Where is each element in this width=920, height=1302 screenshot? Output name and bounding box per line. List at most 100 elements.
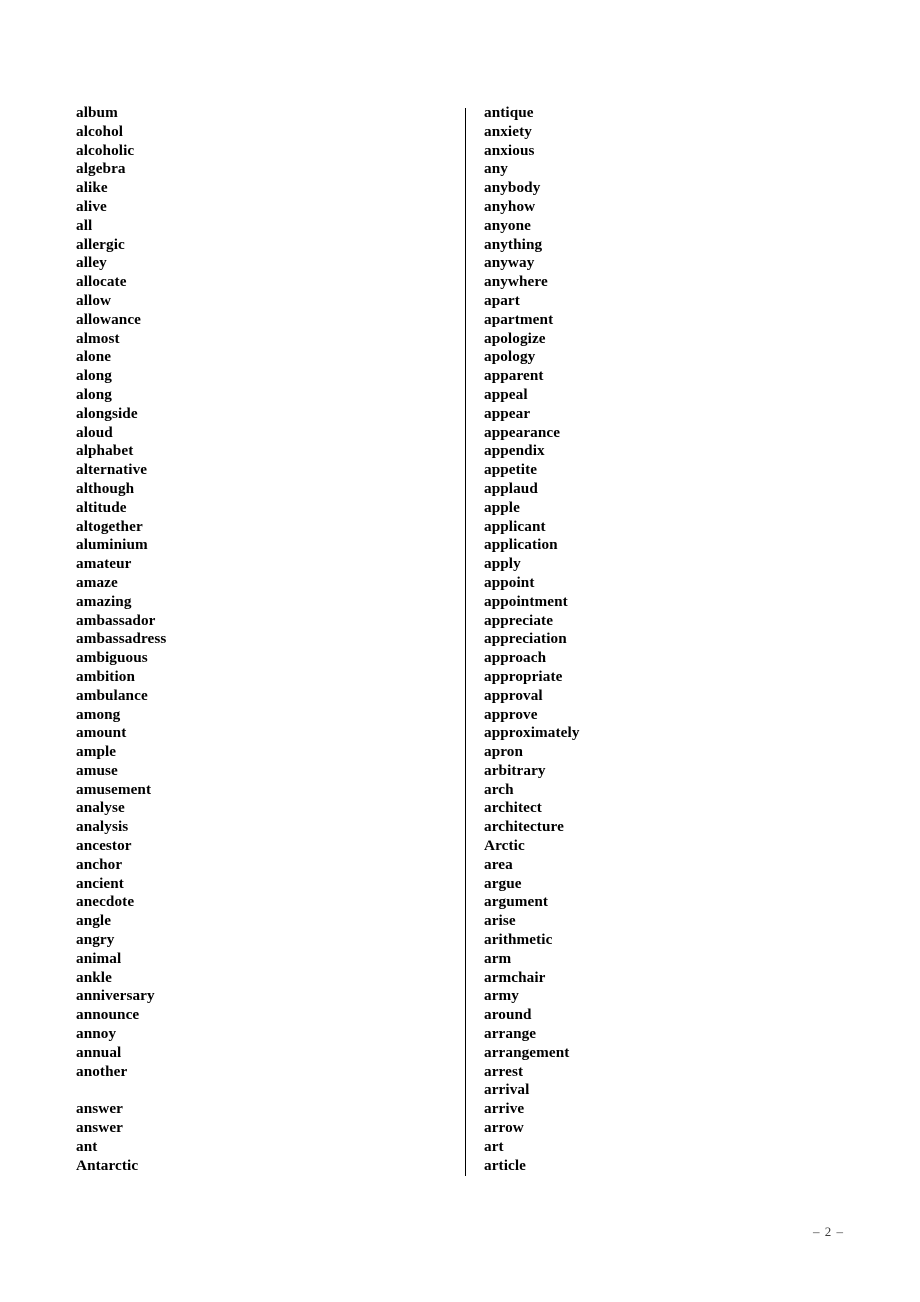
document-page: album alcohol alcoholic algebra alike alive al… — [0, 0, 920, 1302]
word-entry: album — [76, 104, 118, 121]
word-entry: allergic — [76, 235, 125, 253]
word-entry: apartment — [484, 310, 554, 328]
word-entry: alcohol — [76, 122, 124, 140]
word-entry: amateur — [76, 555, 132, 573]
word-entry: analyse — [76, 799, 125, 817]
word-entry: alive — [76, 197, 107, 215]
word-entry: ant — [76, 1137, 98, 1155]
word-entry: ambulance — [76, 686, 148, 704]
word-entry: analysis — [76, 818, 129, 836]
word-entry: alcoholic — [76, 141, 135, 159]
word-entry: almost — [76, 329, 120, 347]
word-entry: arrest — [484, 1062, 524, 1080]
word-entry: amusement — [76, 780, 152, 798]
word-entry: anything — [484, 235, 543, 253]
word-entry: angle — [76, 912, 112, 930]
word-entry: appendix — [484, 442, 545, 460]
word-entry: arithmetic — [484, 931, 553, 949]
word-entry: appreciate — [484, 611, 554, 629]
word-entry: ambassadress — [76, 630, 167, 648]
word-entry: alley — [76, 254, 107, 272]
word-entry: anyhow — [484, 197, 536, 215]
word-entry: appetite — [484, 461, 538, 479]
word-entry: ancestor — [76, 837, 132, 855]
word-entry: apology — [484, 348, 536, 366]
word-entry: along — [76, 385, 112, 403]
word-entry: all — [76, 216, 93, 234]
word-entry: arrival — [484, 1081, 530, 1099]
word-entry: apologize — [484, 329, 546, 347]
word-entry: anxiety — [484, 122, 532, 140]
word-entry: argue — [484, 874, 522, 892]
word-entry: ambiguous — [76, 649, 148, 667]
word-entry: architect — [484, 799, 542, 817]
word-entry: anchor — [76, 855, 123, 873]
word-entry: allowance — [76, 310, 142, 328]
word-entry: applicant — [484, 517, 546, 535]
word-entry: apply — [484, 555, 521, 573]
word-entry: amount — [76, 724, 127, 742]
word-entry: Arctic — [484, 837, 525, 855]
word-column-left: album alcohol alcoholic algebra alike alive al… — [76, 104, 436, 1175]
word-entry: amaze — [76, 573, 118, 591]
word-entry: answer — [76, 1119, 124, 1137]
word-entry: although — [76, 479, 135, 497]
word-entry: ambassador — [76, 611, 156, 629]
word-entry: appreciation — [484, 630, 567, 648]
word-entry: arm — [484, 949, 512, 967]
column-divider-rule — [465, 108, 466, 1176]
word-entry: arrangement — [484, 1043, 570, 1061]
word-entry: anniversary — [76, 987, 155, 1005]
word-entry: applaud — [484, 479, 538, 497]
word-entry: article — [484, 1156, 527, 1174]
word-entry: arbitrary — [484, 761, 546, 779]
word-entry: allow — [76, 291, 112, 309]
word-entry: apple — [484, 498, 520, 516]
word-entry: animal — [76, 949, 122, 967]
word-entry: any — [484, 160, 508, 178]
word-entry: aloud — [76, 423, 113, 441]
word-entry: appearance — [484, 423, 561, 441]
word-entry: among — [76, 705, 121, 723]
word-entry: allocate — [76, 273, 127, 291]
word-entry: Antarctic — [76, 1156, 139, 1174]
word-entry: appeal — [484, 385, 528, 403]
word-entry: area — [484, 855, 513, 873]
word-entry: ample — [76, 743, 117, 761]
word-entry: anybody — [484, 179, 541, 197]
word-entry: appoint — [484, 573, 535, 591]
word-entry: appointment — [484, 592, 568, 610]
word-entry: arrow — [484, 1119, 524, 1137]
word-entry: armchair — [484, 968, 546, 986]
word-entry: annoy — [76, 1025, 117, 1043]
word-entry: art — [484, 1137, 504, 1155]
word-entry: appropriate — [484, 667, 563, 685]
word-entry: amazing — [76, 592, 132, 610]
word-entry: anyone — [484, 216, 532, 234]
word-entry: approve — [484, 705, 538, 723]
word-entry: antique — [484, 104, 534, 121]
word-entry: alongside — [76, 404, 138, 422]
word-entry: altogether — [76, 517, 143, 535]
word-entry: ambition — [76, 667, 136, 685]
word-entry: apparent — [484, 367, 544, 385]
word-entry: application — [484, 536, 558, 554]
word-entry: architecture — [484, 818, 564, 836]
word-entry: appear — [484, 404, 531, 422]
word-entry: alphabet — [76, 442, 134, 460]
word-entry: approximately — [484, 724, 580, 742]
word-entry: arrange — [484, 1025, 537, 1043]
word-entry: approach — [484, 649, 547, 667]
word-column-right: antique anxiety anxious any anybody anyhow any… — [484, 104, 844, 1175]
word-entry: along — [76, 367, 112, 385]
word-entry: amuse — [76, 761, 118, 779]
word-entry: anyway — [484, 254, 535, 272]
page-number: – 2 – — [813, 1224, 844, 1239]
word-entry: announce — [76, 1006, 140, 1024]
word-entry: angry — [76, 931, 115, 949]
word-list-area: album alcohol alcoholic algebra alike alive al… — [0, 104, 920, 1184]
word-entry: another — [76, 1062, 128, 1080]
word-entry: apart — [484, 291, 520, 309]
word-entry: army — [484, 987, 519, 1005]
word-entry: alternative — [76, 461, 148, 479]
